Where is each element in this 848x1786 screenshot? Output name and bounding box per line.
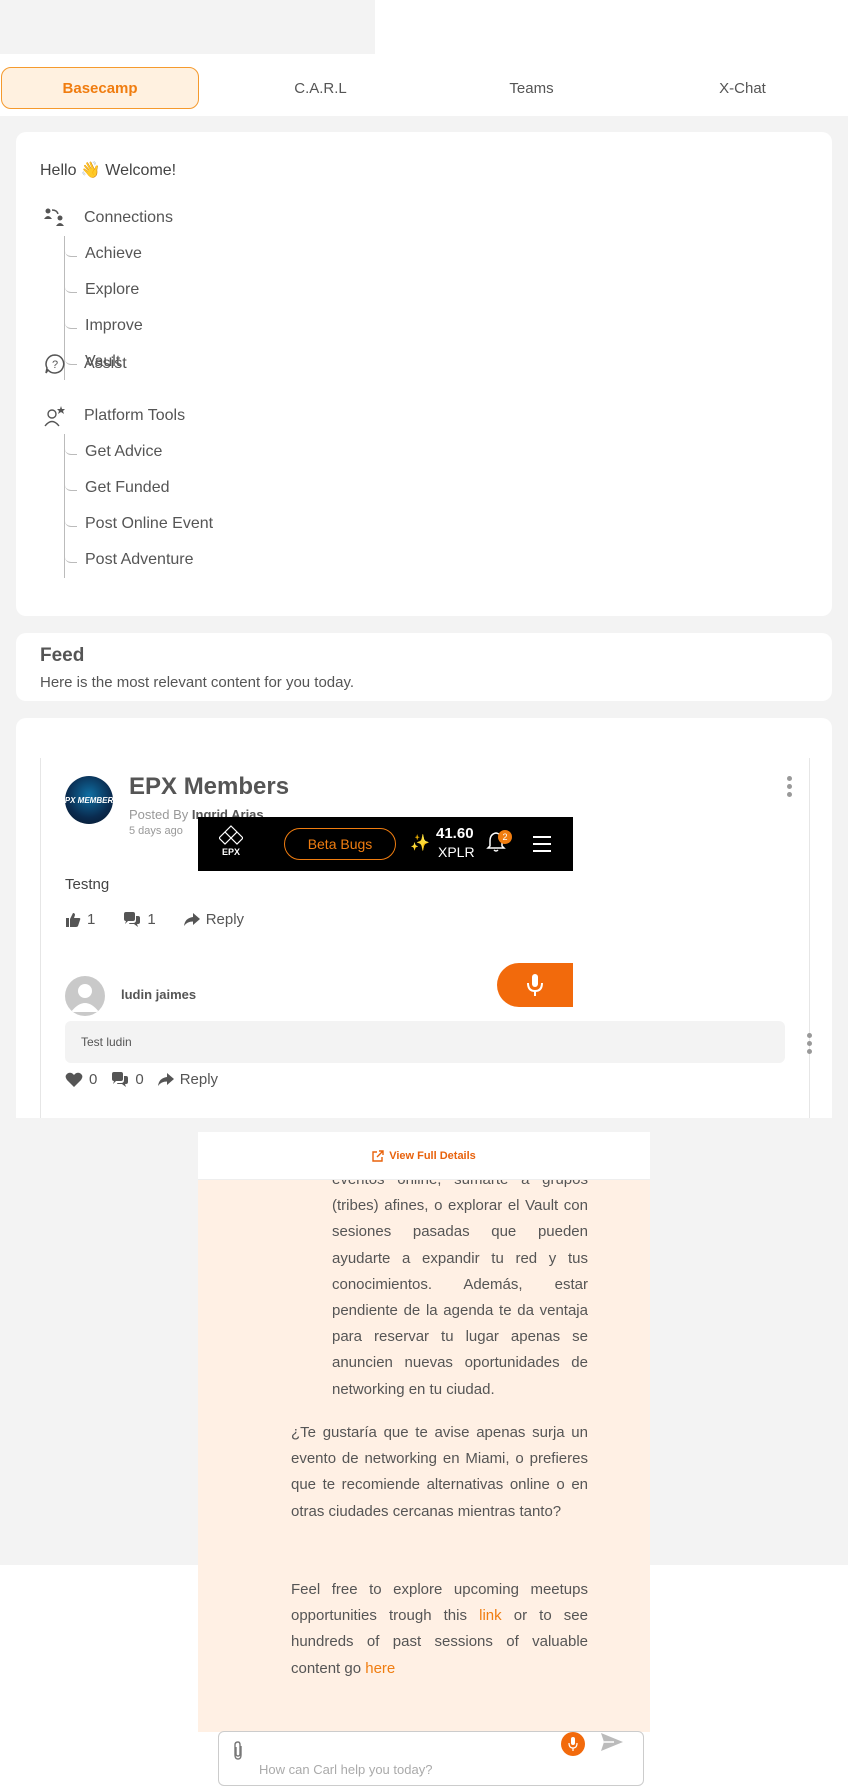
voice-assistant-button[interactable] bbox=[497, 963, 573, 1007]
feed-header-card: Feed Here is the most relevant content f… bbox=[16, 633, 832, 701]
chat-messages: eventos online, sumarte a grupos (tribes… bbox=[198, 1180, 650, 1732]
nav-assist[interactable]: ? Assist bbox=[40, 346, 127, 382]
comment-replies-button[interactable]: 0 bbox=[111, 1071, 144, 1088]
chat-paragraph-2: ¿Te gustaría que te avise apenas surja u… bbox=[291, 1424, 588, 1520]
nav-connections-label: Connections bbox=[84, 209, 173, 226]
comments-icon bbox=[124, 911, 141, 927]
post-group-name[interactable]: EPX Members bbox=[129, 773, 289, 801]
microphone-icon bbox=[527, 974, 543, 996]
meetups-link[interactable]: link bbox=[479, 1607, 502, 1624]
view-full-details-link[interactable]: View Full Details bbox=[198, 1132, 650, 1180]
chat-input-placeholder: How can Carl help you today? bbox=[259, 1762, 433, 1777]
platform-tools-subnav: Get Advice Get Funded Post Online Event … bbox=[64, 434, 213, 578]
comment-reply-count: 0 bbox=[135, 1071, 144, 1088]
main-tabs: Basecamp C.A.R.L Teams X-Chat bbox=[0, 61, 848, 115]
notification-badge: 2 bbox=[498, 830, 512, 844]
comment-count: 1 bbox=[147, 911, 156, 928]
epx-floating-bar: EPX Beta Bugs ✨ 41.60 XPLR 2 bbox=[198, 817, 573, 871]
top-gray-strip bbox=[0, 0, 375, 54]
like-button[interactable]: 1 bbox=[65, 911, 95, 928]
comment-options-icon[interactable] bbox=[807, 1033, 813, 1054]
welcome-greeting: Hello 👋 Welcome! bbox=[40, 162, 177, 179]
nav-item-achieve[interactable]: Achieve bbox=[65, 236, 173, 272]
xplr-label: XPLR bbox=[438, 844, 475, 860]
nav-item-get-funded[interactable]: Get Funded bbox=[65, 470, 213, 506]
chat-paragraph-3: Feel free to explore upcoming meetups op… bbox=[291, 1581, 588, 1677]
svg-text:?: ? bbox=[52, 359, 58, 371]
thumbs-up-icon bbox=[66, 912, 81, 927]
user-gear-icon bbox=[40, 401, 70, 431]
nav-connections[interactable]: Connections bbox=[40, 200, 173, 236]
nav-item-get-advice[interactable]: Get Advice bbox=[65, 434, 213, 470]
connections-icon bbox=[40, 203, 70, 233]
nav-platform-tools[interactable]: Platform Tools bbox=[40, 398, 213, 434]
post-inner: EPX MEMBERS EPX Members Posted By Ingrid… bbox=[40, 758, 813, 1118]
comments-icon bbox=[112, 1071, 129, 1087]
nav-item-post-adventure[interactable]: Post Adventure bbox=[65, 542, 213, 578]
epx-logo[interactable]: EPX bbox=[216, 825, 246, 857]
comment-reply-label: Reply bbox=[179, 1071, 219, 1088]
chat-input-box[interactable]: How can Carl help you today? bbox=[218, 1731, 644, 1786]
hamburger-menu-icon[interactable] bbox=[533, 836, 551, 857]
tab-teams[interactable]: Teams bbox=[426, 61, 637, 115]
nav-item-improve[interactable]: Improve bbox=[65, 308, 173, 344]
group-avatar-text: EPX MEMBERS bbox=[65, 795, 113, 805]
post-options-icon[interactable] bbox=[787, 776, 793, 797]
nav-assist-label: Assist bbox=[84, 355, 127, 372]
reply-label: Reply bbox=[205, 911, 245, 928]
post-card: EPX MEMBERS EPX Members Posted By Ingrid… bbox=[16, 718, 832, 1118]
feed-subtitle: Here is the most relevant content for yo… bbox=[40, 674, 355, 691]
post-date: 5 days ago bbox=[129, 825, 183, 837]
beta-bugs-button[interactable]: Beta Bugs bbox=[284, 828, 396, 860]
post-text: Testng bbox=[65, 876, 110, 893]
epx-logo-text: EPX bbox=[221, 847, 240, 857]
chat-microphone-icon[interactable] bbox=[561, 1732, 585, 1756]
comment-reply-button[interactable]: Reply bbox=[157, 1071, 219, 1088]
comments-button[interactable]: 1 bbox=[123, 911, 156, 928]
tab-x-chat[interactable]: X-Chat bbox=[637, 61, 848, 115]
feed-title: Feed bbox=[40, 645, 85, 666]
like-count: 1 bbox=[87, 911, 96, 928]
reply-arrow-icon bbox=[157, 1072, 174, 1086]
navigation-card: Hello 👋 Welcome! Connections Achieve Exp… bbox=[16, 132, 832, 616]
carl-chat-panel: View Full Details eventos online, sumart… bbox=[198, 1132, 650, 1786]
reply-arrow-icon bbox=[183, 912, 200, 926]
send-icon[interactable] bbox=[600, 1732, 624, 1757]
comment-actions: 0 0 Reply bbox=[65, 1071, 232, 1088]
tab-basecamp[interactable]: Basecamp bbox=[1, 67, 200, 109]
past-sessions-link[interactable]: here bbox=[365, 1660, 395, 1677]
nav-platform-tools-label: Platform Tools bbox=[84, 407, 186, 424]
xplr-value: 41.60 bbox=[436, 825, 474, 842]
comment-author[interactable]: ludin jaimes bbox=[121, 987, 196, 1002]
attachment-icon[interactable] bbox=[232, 1741, 244, 1766]
sparkle-icon: ✨ bbox=[410, 835, 430, 852]
assist-group: ? Assist bbox=[40, 346, 127, 382]
epx-logo-icon bbox=[218, 825, 244, 845]
post-actions: 1 1 Reply bbox=[65, 911, 272, 928]
comment-like-count: 0 bbox=[89, 1071, 98, 1088]
comment-like-button[interactable]: 0 bbox=[65, 1071, 97, 1088]
nav-item-explore[interactable]: Explore bbox=[65, 272, 173, 308]
question-bubble-icon: ? bbox=[40, 349, 70, 379]
view-full-details-label: View Full Details bbox=[389, 1149, 476, 1162]
group-avatar[interactable]: EPX MEMBERS bbox=[65, 776, 113, 824]
reply-button[interactable]: Reply bbox=[183, 911, 245, 928]
chat-paragraph-1: eventos online, sumarte a grupos (tribes… bbox=[332, 1180, 588, 1398]
comment-avatar[interactable] bbox=[65, 976, 105, 1016]
tab-carl[interactable]: C.A.R.L bbox=[215, 61, 426, 115]
comment-text: Test ludin bbox=[65, 1021, 785, 1063]
platform-tools-group: Platform Tools Get Advice Get Funded Pos… bbox=[40, 398, 213, 578]
external-link-icon bbox=[372, 1149, 384, 1162]
nav-item-post-online-event[interactable]: Post Online Event bbox=[65, 506, 213, 542]
heart-icon bbox=[65, 1072, 83, 1087]
